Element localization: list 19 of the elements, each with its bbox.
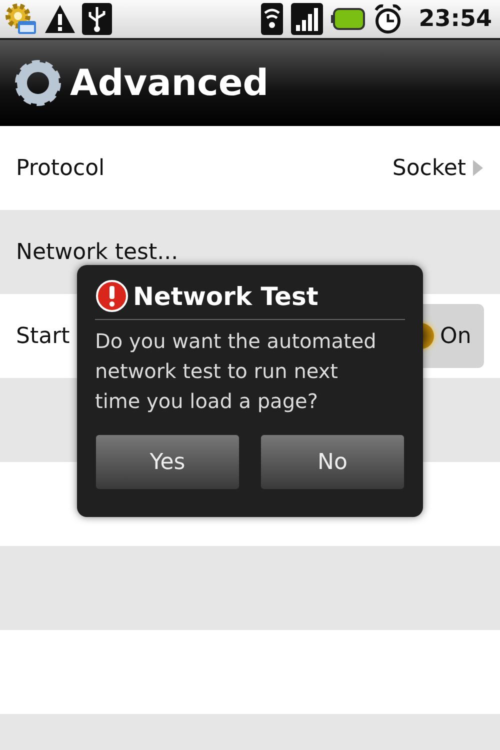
chevron-right-icon bbox=[472, 159, 484, 177]
signal-icon bbox=[290, 3, 323, 35]
gear-icon bbox=[14, 59, 62, 107]
setting-label: Network test... bbox=[16, 240, 178, 264]
clock-time: 23:54 bbox=[418, 6, 492, 32]
alarm-clock-icon bbox=[372, 3, 403, 35]
dialog-button[interactable]: No bbox=[260, 434, 405, 490]
dialog-message: Do you want the automated network test to run next time you load a page? bbox=[95, 328, 378, 415]
usb-icon bbox=[82, 3, 112, 35]
setting-label: Protocol bbox=[16, 156, 105, 180]
setting-value: Socket bbox=[392, 156, 466, 180]
setting-label: Start bbox=[16, 324, 70, 348]
screen-title: Advanced bbox=[70, 62, 269, 104]
gear-window-icon bbox=[4, 2, 38, 36]
dialog-button[interactable]: Yes bbox=[95, 434, 240, 490]
wifi-icon bbox=[260, 3, 283, 35]
alert-icon bbox=[95, 279, 129, 313]
battery-icon bbox=[330, 8, 365, 30]
warning-icon bbox=[44, 4, 76, 34]
